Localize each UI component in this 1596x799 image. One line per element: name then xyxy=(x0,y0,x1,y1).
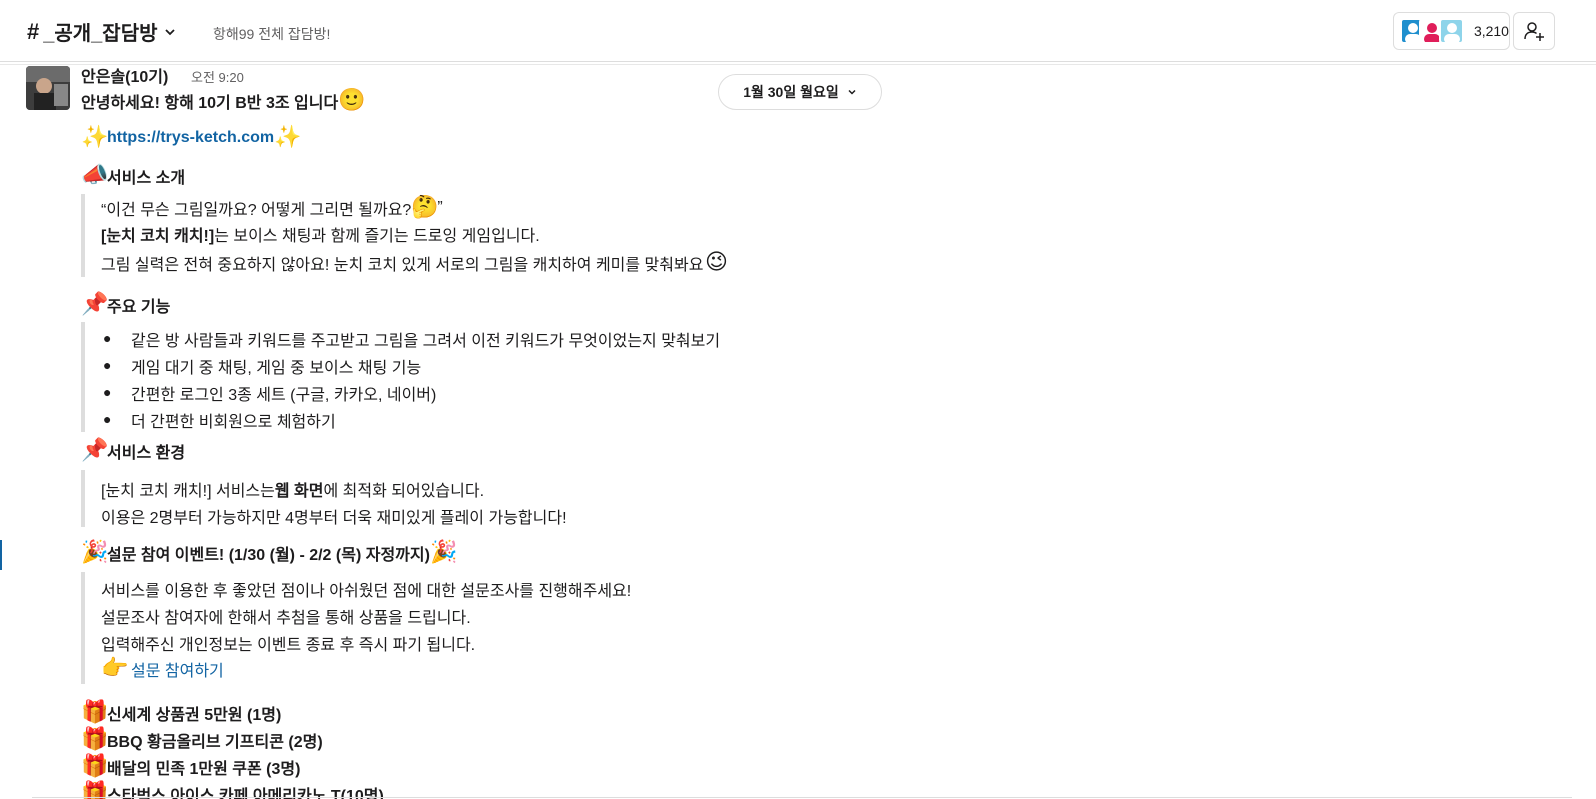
bullet: ● xyxy=(103,384,112,400)
add-user-icon xyxy=(1524,22,1544,41)
hash-icon: # xyxy=(27,18,40,44)
left-edge-indicator xyxy=(0,540,2,570)
prize-item: 🎁 신세계 상품권 5만원 (1명) xyxy=(81,700,281,726)
link-line: ✨ https://trys-ketch.com ✨ xyxy=(81,125,302,151)
date-label: 1월 30일 월요일 xyxy=(743,84,839,100)
thinking-face-icon: 🤔 xyxy=(411,195,439,220)
section-title: 서비스 소개 xyxy=(107,170,186,187)
quote-text: “이건 무슨 그림일까요? 어떻게 그리면 될까요? xyxy=(101,202,412,219)
section-service-intro-title: 📣 서비스 소개 xyxy=(81,163,185,189)
game-name-bold: [눈치 코치 캐치!] xyxy=(101,228,215,245)
channel-topic[interactable]: 항해99 전체 잡담방! xyxy=(213,24,330,44)
quote-line: 이용은 2명부터 가능하지만 4명부터 더욱 재미있게 플레이 가능합니다! xyxy=(101,510,567,527)
prize-item: 🎁 BBQ 황금올리브 기프티콘 (2명) xyxy=(81,727,323,753)
members-button[interactable]: 3,210 xyxy=(1393,12,1510,50)
date-jump-button[interactable]: 1월 30일 월요일 xyxy=(718,74,882,110)
gift-icon: 🎁 xyxy=(81,700,109,725)
section-environment-title: 📌 서비스 환경 xyxy=(81,438,185,464)
message-timestamp[interactable]: 오전 9:20 xyxy=(191,67,244,86)
quote-bold: 웹 화면 xyxy=(274,483,324,500)
quote-bar xyxy=(81,194,85,277)
section-title: 주요 기능 xyxy=(107,299,171,316)
prize-text: 신세계 상품권 5만원 (1명) xyxy=(107,707,282,724)
feature-item: 게임 대기 중 채팅, 게임 중 보이스 채팅 기능 xyxy=(131,360,422,377)
section-event-title: 🎉 설문 참여 이벤트! (1/30 (월) - 2/2 (목) 자정까지) 🎉 xyxy=(81,540,458,566)
winking-face-icon: 😉 xyxy=(704,250,728,275)
composer-top-border xyxy=(32,797,1572,798)
prize-text: 배달의 민족 1만원 쿠폰 (3명) xyxy=(107,761,301,778)
quote-text: 그림 실력은 전혀 중요하지 않아요! 눈치 코치 있게 서로의 그림을 캐치하… xyxy=(101,257,704,274)
channel-name-button[interactable]: # _공개_잡담방 xyxy=(27,17,176,46)
prize-item: 🎁 배달의 민족 1만원 쿠폰 (3명) xyxy=(81,754,300,780)
party-popper-icon: 🎉 xyxy=(429,540,458,565)
pushpin-icon: 📌 xyxy=(81,292,109,317)
member-avatar xyxy=(1438,18,1464,44)
quote-line: 그림 실력은 전혀 중요하지 않아요! 눈치 코치 있게 서로의 그림을 캐치하… xyxy=(101,250,729,276)
member-count: 3,210 xyxy=(1473,23,1509,39)
quote-line: [눈치 코치 캐치!] 는 보이스 채팅과 함께 즐기는 드로잉 게임입니다. xyxy=(101,222,540,246)
author-name[interactable]: 안은솔(10기) xyxy=(81,63,168,87)
quote-text: [눈치 코치 캐치!] 서비스는 xyxy=(101,483,275,500)
add-people-button[interactable] xyxy=(1513,12,1555,50)
survey-link[interactable]: 설문 참여하기 xyxy=(131,657,224,681)
megaphone-icon: 📣 xyxy=(81,163,109,188)
sparkles-icon: ✨ xyxy=(81,125,109,150)
section-features-title: 📌 주요 기능 xyxy=(81,292,170,318)
quote-line: 입력해주신 개인정보는 이벤트 종료 후 즉시 파기 됩니다. xyxy=(101,637,476,654)
quote-line: 서비스를 이용한 후 좋았던 점이나 아쉬웠던 점에 대한 설문조사를 진행해주… xyxy=(101,583,632,600)
chevron-down-icon xyxy=(848,89,856,95)
section-title: 설문 참여 이벤트! (1/30 (월) - 2/2 (목) 자정까지) xyxy=(107,547,430,564)
pointing-right-icon: 👉 xyxy=(101,656,129,681)
quote-bar xyxy=(81,470,85,527)
service-url-link[interactable]: https://trys-ketch.com xyxy=(107,129,274,147)
party-popper-icon: 🎉 xyxy=(81,540,109,565)
feature-item: 간편한 로그인 3종 세트 (구글, 카카오, 네이버) xyxy=(131,387,437,404)
quote-bar xyxy=(81,572,85,684)
bullet: ● xyxy=(103,411,112,427)
quote-line: 👉 설문 참여하기 xyxy=(101,656,224,682)
feature-item: 더 간편한 비회원으로 체험하기 xyxy=(131,414,336,431)
quote-text: ” xyxy=(437,199,443,216)
bullet: ● xyxy=(103,330,112,346)
quote-text: 는 보이스 채팅과 함께 즐기는 드로잉 게임입니다. xyxy=(214,228,540,245)
quote-text: 에 최적화 되어있습니다. xyxy=(323,483,485,500)
gift-icon: 🎁 xyxy=(81,727,109,752)
channel-header: # _공개_잡담방 항해99 전체 잡담방! 3,210 xyxy=(0,0,1596,62)
channel-name: _공개_잡담방 xyxy=(43,23,158,45)
bullet: ● xyxy=(103,357,112,373)
section-title: 서비스 환경 xyxy=(107,445,186,462)
quote-line: 설문조사 참여자에 한해서 추첨을 통해 상품을 드립니다. xyxy=(101,610,471,627)
quote-bar xyxy=(81,322,85,432)
prize-text: BBQ 황금올리브 기프티콘 (2명) xyxy=(107,734,323,751)
gift-icon: 🎁 xyxy=(81,754,109,779)
smile-icon: 🙂 xyxy=(338,88,366,113)
quote-line: [눈치 코치 캐치!] 서비스는 웹 화면 에 최적화 되어있습니다. xyxy=(101,477,484,501)
header-divider xyxy=(0,64,1596,65)
feature-item: 같은 방 사람들과 키워드를 주고받고 그림을 그려서 이전 키워드가 무엇이었… xyxy=(131,333,721,350)
author-avatar[interactable] xyxy=(26,66,70,110)
sparkles-icon: ✨ xyxy=(274,125,302,150)
greeting-line: 안녕하세요! 항해 10기 B반 3조 입니다 🙂 xyxy=(81,88,366,114)
pushpin-icon: 📌 xyxy=(81,438,109,463)
greeting-text: 안녕하세요! 항해 10기 B반 3조 입니다 xyxy=(81,95,339,112)
quote-line: “이건 무슨 그림일까요? 어떻게 그리면 될까요? 🤔 ” xyxy=(101,195,443,221)
chevron-down-icon xyxy=(164,28,175,35)
